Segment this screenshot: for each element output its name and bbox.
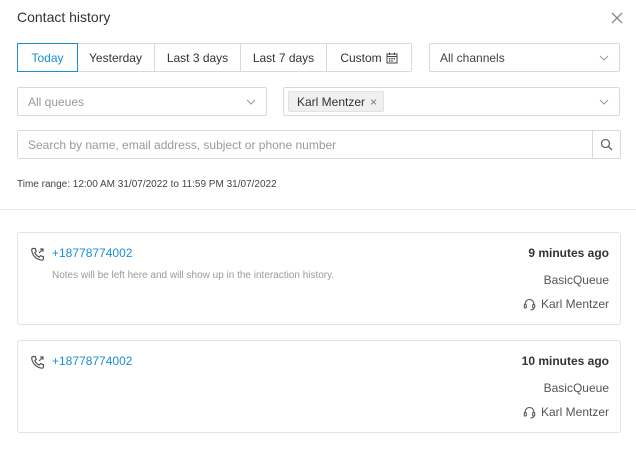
search-bar	[17, 130, 621, 159]
agent-tag: Karl Mentzer ×	[288, 91, 385, 112]
search-icon	[600, 138, 613, 151]
contact-notes: Notes will be left here and will show up…	[52, 270, 335, 281]
contact-number-link[interactable]: +18778774002	[52, 354, 132, 368]
search-button[interactable]	[592, 130, 621, 159]
contact-agent: Karl Mentzer	[523, 297, 609, 311]
contact-time-ago: 9 minutes ago	[528, 246, 609, 260]
chevron-down-icon	[246, 99, 256, 105]
channels-select[interactable]: All channels	[429, 43, 620, 72]
range-today-button[interactable]: Today	[17, 43, 78, 72]
dialog-title: Contact history	[17, 9, 111, 25]
chevron-down-icon	[599, 99, 609, 105]
outgoing-call-icon	[31, 247, 44, 261]
dialog-header: Contact history	[0, 0, 636, 36]
contact-number-link[interactable]: +18778774002	[52, 246, 132, 260]
range-last-7-days-button[interactable]: Last 7 days	[241, 44, 327, 71]
contact-queue: BasicQueue	[543, 381, 609, 395]
contact-card[interactable]: +18778774002 10 minutes ago BasicQueue K…	[17, 340, 621, 433]
time-range-label: Time range: 12:00 AM 31/07/2022 to 11:59…	[17, 179, 277, 190]
contact-time-ago: 10 minutes ago	[521, 354, 609, 368]
agent-tag-label: Karl Mentzer	[297, 94, 366, 109]
agents-select[interactable]: Karl Mentzer ×	[283, 87, 620, 116]
headset-icon	[523, 298, 536, 311]
range-custom-label: Custom	[340, 50, 382, 65]
contact-card[interactable]: +18778774002 Notes will be left here and…	[17, 232, 621, 325]
contact-queue: BasicQueue	[543, 273, 609, 287]
divider	[0, 209, 636, 210]
contact-agent-name: Karl Mentzer	[540, 297, 609, 311]
search-input[interactable]	[17, 130, 592, 159]
range-yesterday-button[interactable]: Yesterday	[77, 44, 155, 71]
outgoing-call-icon	[31, 355, 44, 369]
queues-select[interactable]: All queues	[17, 87, 267, 116]
range-last-3-days-button[interactable]: Last 3 days	[155, 44, 241, 71]
calendar-icon	[386, 52, 398, 63]
channels-select-value: All channels	[440, 50, 505, 65]
remove-tag-icon[interactable]: ×	[370, 96, 377, 108]
queues-select-placeholder: All queues	[28, 94, 85, 109]
close-icon[interactable]	[609, 10, 625, 26]
chevron-down-icon	[599, 55, 609, 61]
date-range-toggle: Today Yesterday Last 3 days Last 7 days …	[17, 43, 412, 72]
headset-icon	[523, 406, 536, 419]
contact-agent: Karl Mentzer	[523, 405, 609, 419]
contact-agent-name: Karl Mentzer	[540, 405, 609, 419]
range-custom-button[interactable]: Custom	[327, 44, 411, 71]
